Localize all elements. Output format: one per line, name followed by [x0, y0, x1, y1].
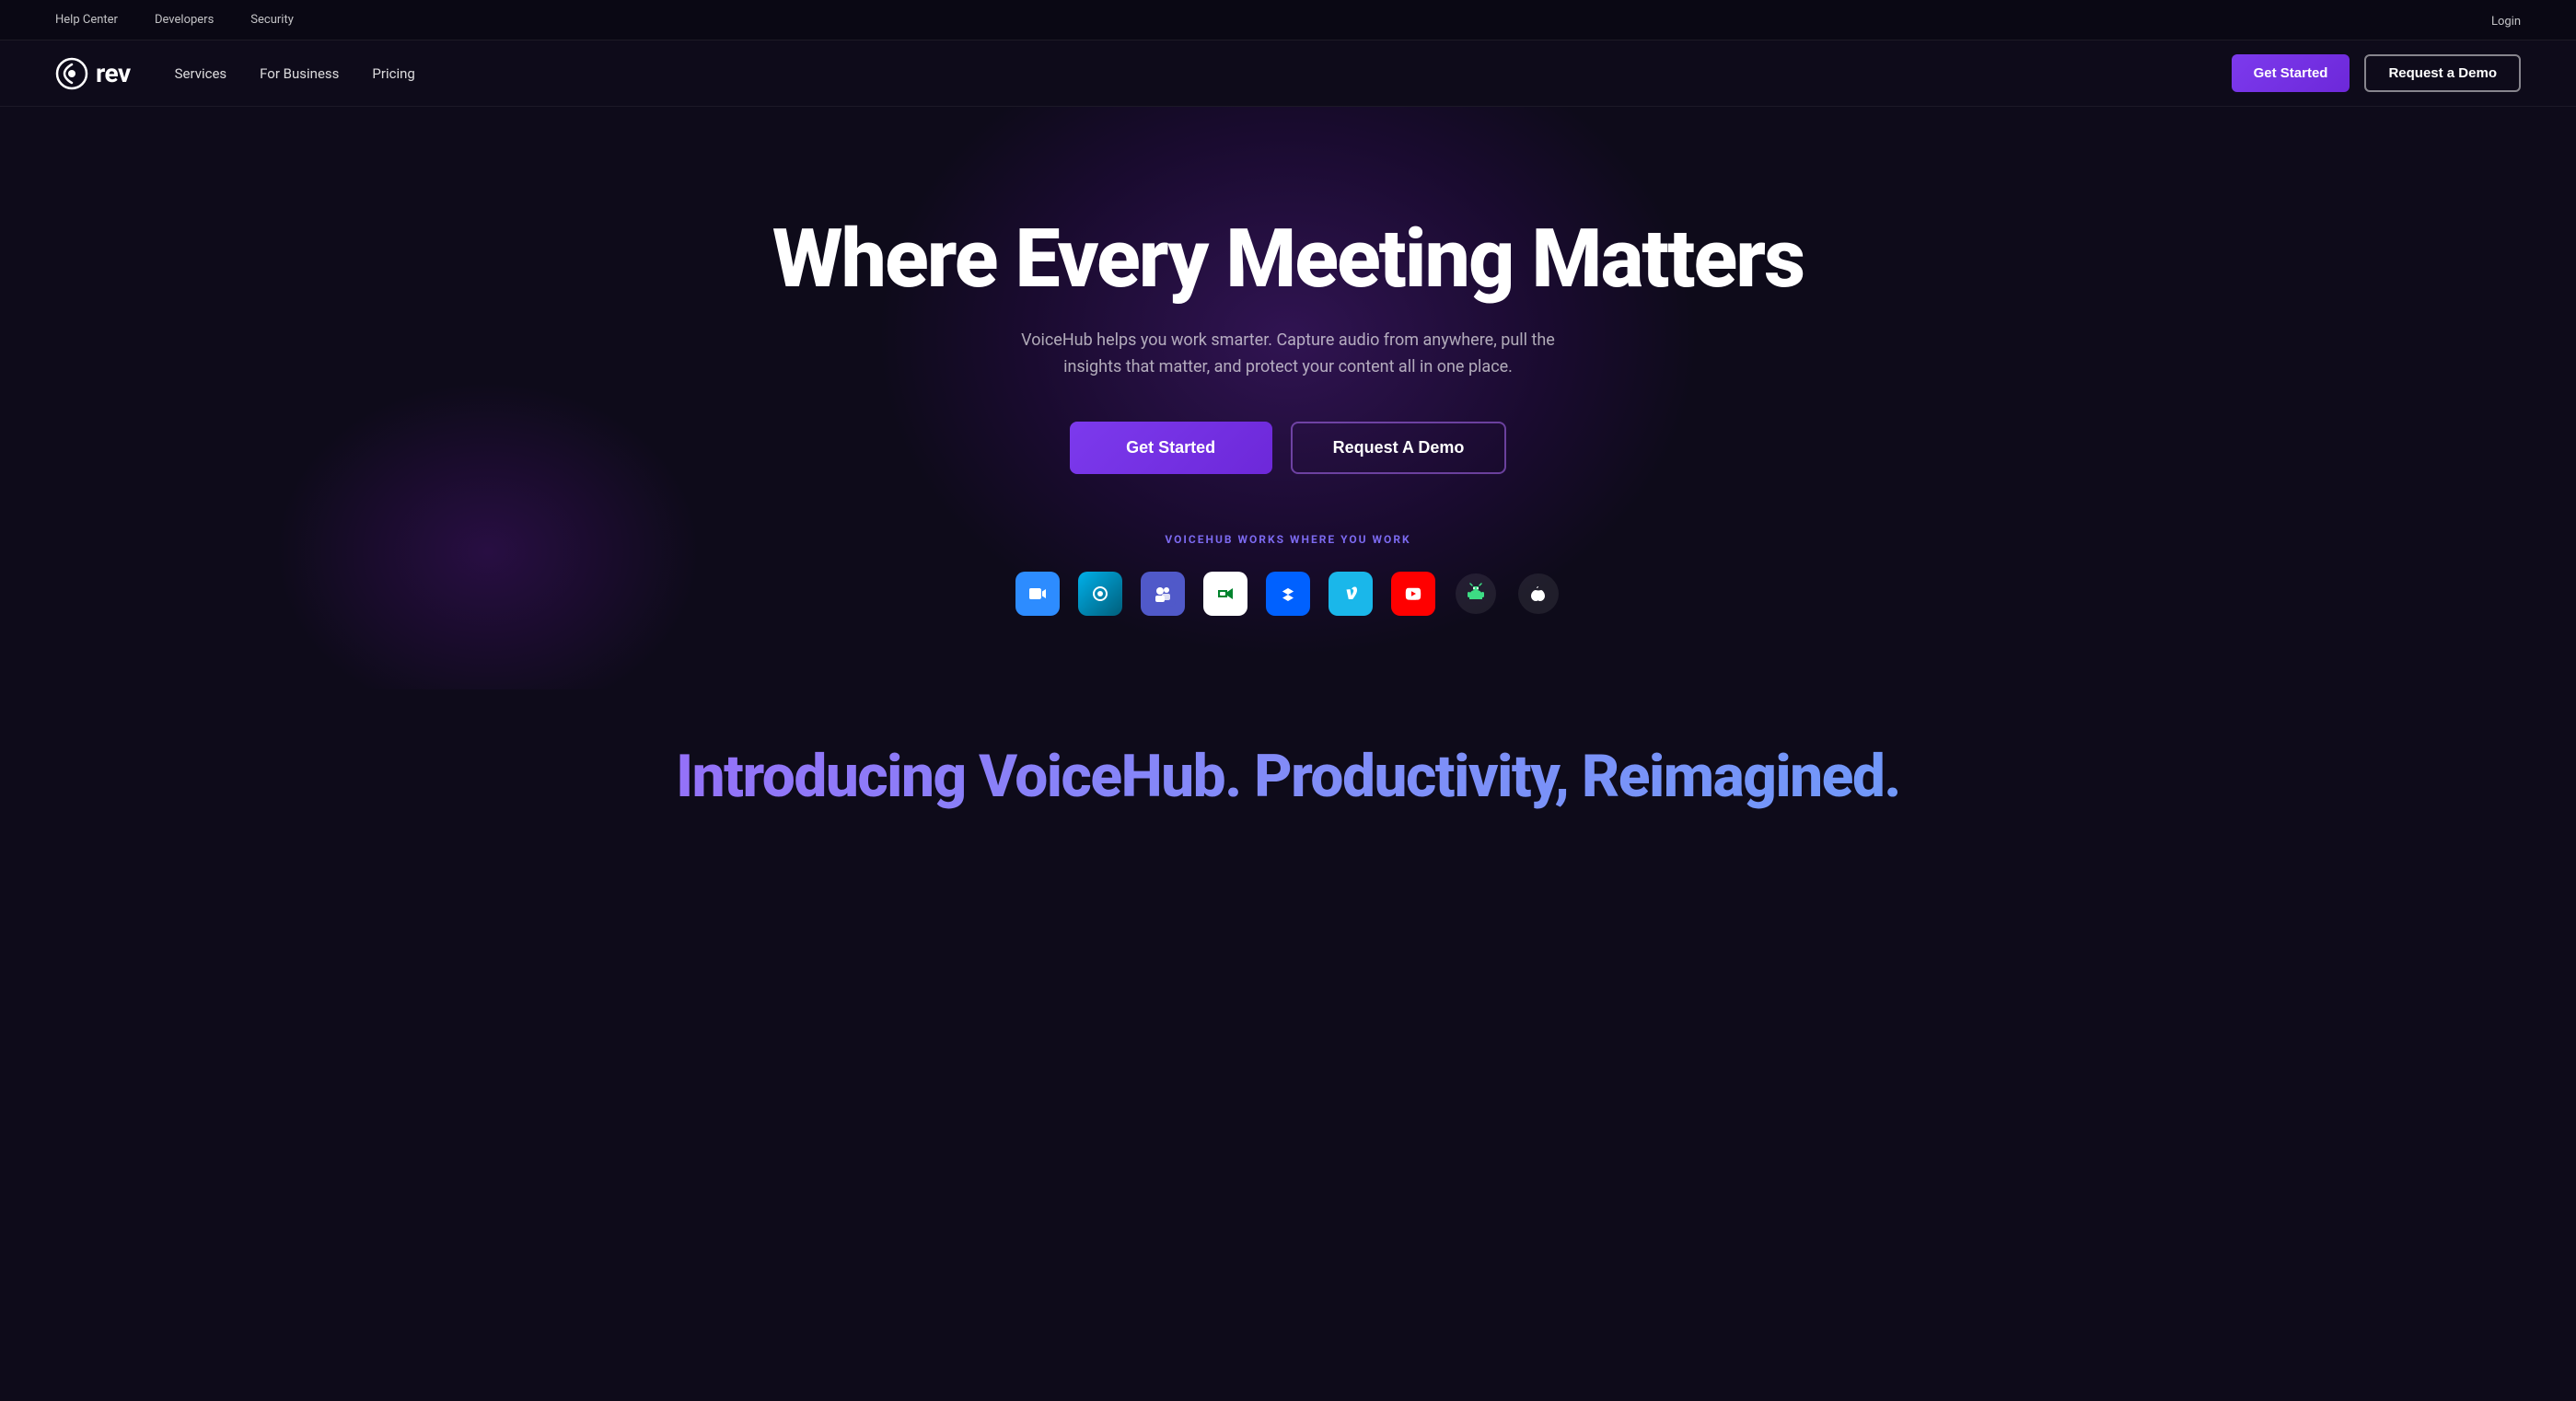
nav-request-demo-button[interactable]: Request a Demo: [2364, 54, 2521, 92]
intro-title: Introducing VoiceHub. Productivity, Reim…: [55, 745, 2521, 809]
nav-pricing-link[interactable]: Pricing: [372, 65, 414, 82]
hero-section: Where Every Meeting Matters VoiceHub hel…: [0, 107, 2576, 689]
youtube-icon: [1391, 572, 1435, 616]
intro-section: Introducing VoiceHub. Productivity, Reim…: [0, 689, 2576, 846]
top-bar-right: Login: [2491, 11, 2521, 29]
vimeo-icon: [1329, 572, 1373, 616]
zoom-icon: [1015, 572, 1060, 616]
hero-request-demo-button[interactable]: Request A Demo: [1291, 422, 1507, 474]
login-link[interactable]: Login: [2491, 15, 2521, 29]
top-bar-links: Help Center Developers Security: [55, 13, 294, 27]
hero-content: Where Every Meeting Matters VoiceHub hel…: [55, 217, 2521, 616]
security-link[interactable]: Security: [250, 13, 294, 27]
nav-for-business-link[interactable]: For Business: [260, 65, 339, 82]
dropbox-icon: [1266, 572, 1310, 616]
webex-icon: [1078, 572, 1122, 616]
nav-right: Get Started Request a Demo: [2232, 54, 2521, 92]
nav-links: Services For Business Pricing: [175, 65, 415, 82]
top-bar: Help Center Developers Security Login: [0, 0, 2576, 41]
main-nav: rev Services For Business Pricing Get St…: [0, 41, 2576, 107]
teams-icon: [1141, 572, 1185, 616]
help-center-link[interactable]: Help Center: [55, 13, 118, 27]
logo[interactable]: rev: [55, 57, 131, 90]
hero-title: Where Every Meeting Matters: [736, 217, 1840, 302]
hero-buttons: Get Started Request A Demo: [55, 422, 2521, 474]
hero-subtitle: VoiceHub helps you work smarter. Capture…: [1012, 328, 1564, 381]
integration-icons: [55, 572, 2521, 616]
nav-get-started-button[interactable]: Get Started: [2232, 54, 2350, 92]
developers-link[interactable]: Developers: [155, 13, 214, 27]
rev-logo-icon: [55, 57, 88, 90]
apple-icon: [1516, 572, 1561, 616]
hero-get-started-button[interactable]: Get Started: [1070, 422, 1272, 474]
google-meet-icon: [1203, 572, 1247, 616]
nav-services-link[interactable]: Services: [175, 65, 227, 82]
works-where-you-work-label: VOICEHUB WORKS WHERE YOU WORK: [55, 533, 2521, 546]
logo-text: rev: [96, 58, 131, 88]
nav-left: rev Services For Business Pricing: [55, 57, 415, 90]
android-icon: [1454, 572, 1498, 616]
